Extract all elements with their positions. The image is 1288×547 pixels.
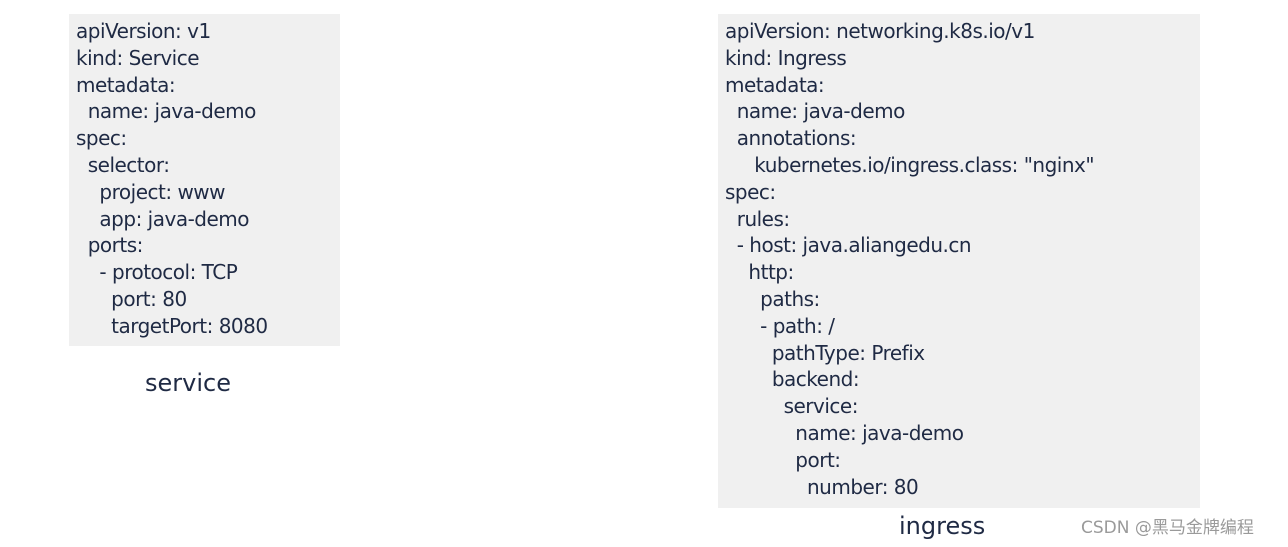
code-line: kind: Service bbox=[76, 45, 200, 70]
code-line: - protocol: TCP bbox=[76, 260, 238, 285]
code-line: selector: bbox=[76, 152, 170, 177]
code-line: kind: Ingress bbox=[725, 45, 847, 70]
code-line: metadata: bbox=[725, 72, 825, 97]
code-line: port: bbox=[725, 447, 841, 472]
code-line: name: java-demo bbox=[725, 99, 906, 124]
code-line: name: java-demo bbox=[725, 420, 964, 445]
code-line: service: bbox=[725, 394, 859, 419]
code-line: rules: bbox=[725, 206, 790, 231]
code-line: backend: bbox=[725, 367, 860, 392]
code-line: http: bbox=[725, 260, 794, 285]
code-line: annotations: bbox=[725, 126, 857, 151]
code-line: apiVersion: v1 bbox=[76, 19, 211, 43]
code-line: kubernetes.io/ingress.class: "nginx" bbox=[725, 152, 1095, 177]
code-line: pathType: Prefix bbox=[725, 340, 925, 365]
code-line: spec: bbox=[76, 126, 127, 151]
code-line: apiVersion: networking.k8s.io/v1 bbox=[725, 19, 1035, 43]
code-line: - host: java.aliangedu.cn bbox=[725, 233, 972, 258]
code-line: - path: / bbox=[725, 313, 835, 338]
code-line: port: 80 bbox=[76, 286, 187, 311]
code-line: spec: bbox=[725, 179, 776, 204]
code-line: metadata: bbox=[76, 72, 176, 97]
code-line: name: java-demo bbox=[76, 99, 257, 124]
code-line: ports: bbox=[76, 233, 144, 258]
ingress-yaml-block: apiVersion: networking.k8s.io/v1 kind: I… bbox=[718, 14, 1200, 508]
service-caption: service bbox=[145, 369, 231, 397]
service-yaml-block: apiVersion: v1 kind: Service metadata: n… bbox=[69, 14, 340, 346]
code-line: paths: bbox=[725, 286, 820, 311]
code-line: targetPort: 8080 bbox=[76, 313, 268, 338]
code-line: project: www bbox=[76, 179, 226, 204]
code-line: app: java-demo bbox=[76, 206, 250, 231]
code-line: number: 80 bbox=[725, 474, 919, 499]
ingress-caption: ingress bbox=[899, 512, 986, 540]
csdn-watermark: CSDN @黑马金牌编程 bbox=[1081, 518, 1254, 538]
